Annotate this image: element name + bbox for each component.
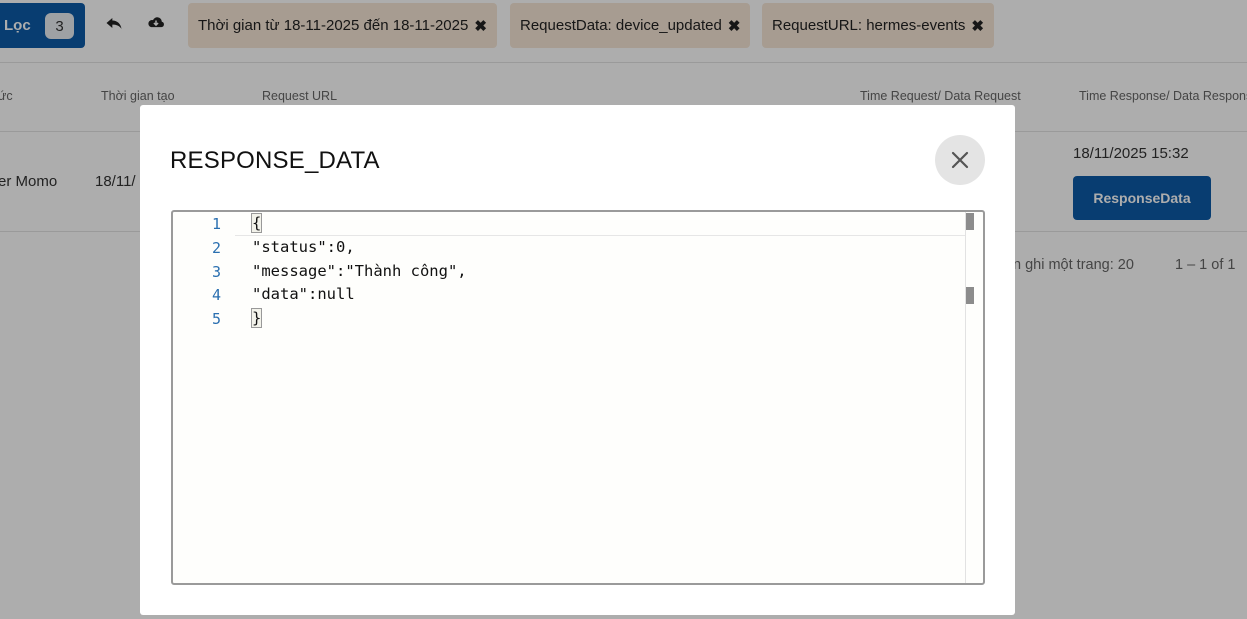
dialog-title: RESPONSE_DATA	[170, 147, 380, 174]
code-line: "data":null	[252, 285, 355, 303]
line-number: 2	[211, 239, 221, 257]
line-number: 1	[211, 215, 221, 233]
line-number: 5	[211, 310, 221, 328]
close-button[interactable]	[935, 135, 985, 185]
scrollbar-marker	[966, 287, 974, 304]
line-number: 3	[211, 263, 221, 281]
json-code-editor[interactable]: 1 2 3 4 5 { "status":0, "message":"Thành…	[171, 210, 985, 585]
line-number-gutter: 1 2 3 4 5	[173, 212, 235, 583]
editor-scrollbar[interactable]	[965, 212, 966, 583]
close-icon	[951, 151, 969, 169]
response-data-dialog: RESPONSE_DATA 1 2 3 4 5 { "status":0, "m…	[140, 105, 1015, 615]
scrollbar-marker	[966, 213, 974, 230]
code-line: }	[250, 308, 263, 328]
code-line: "message":"Thành công",	[252, 262, 467, 280]
active-line-highlight	[235, 214, 965, 236]
code-line: {	[250, 213, 263, 233]
code-line: "status":0,	[252, 238, 355, 256]
line-number: 4	[211, 286, 221, 304]
